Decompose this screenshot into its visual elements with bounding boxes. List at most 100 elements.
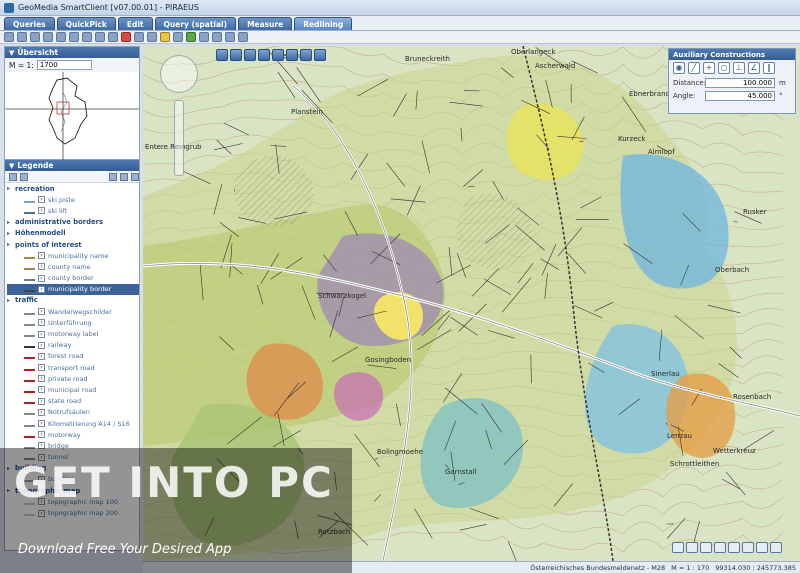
visibility-checkbox[interactable]: › bbox=[38, 252, 45, 260]
select-tool-icon[interactable] bbox=[4, 32, 14, 42]
pan-control[interactable] bbox=[160, 55, 198, 93]
legend-item[interactable]: › ski lift bbox=[7, 205, 139, 216]
legend-item[interactable]: › railway bbox=[7, 340, 139, 351]
perpendicular-icon[interactable]: ⊥ bbox=[733, 62, 745, 74]
legend-item[interactable]: › municipality border bbox=[7, 283, 139, 295]
tab-query-spatial[interactable]: Query (spatial) bbox=[154, 17, 237, 30]
expand-arrow-icon[interactable]: ▸ bbox=[7, 219, 12, 226]
visibility-checkbox[interactable]: › bbox=[38, 386, 45, 394]
angle-icon[interactable]: ∠ bbox=[748, 62, 760, 74]
visibility-checkbox[interactable]: › bbox=[38, 196, 45, 204]
export-icon[interactable] bbox=[186, 32, 196, 42]
previous-view-icon[interactable] bbox=[286, 49, 298, 61]
help-icon[interactable] bbox=[238, 32, 248, 42]
measure-icon[interactable] bbox=[134, 32, 144, 42]
snap-angle-icon[interactable] bbox=[700, 542, 712, 553]
legend-item[interactable]: › Wanderwegschilder bbox=[7, 306, 139, 317]
zoom-window-icon[interactable] bbox=[258, 49, 270, 61]
legend-list-icon[interactable] bbox=[9, 172, 17, 181]
legend-item[interactable]: › forest road bbox=[7, 351, 139, 362]
expand-arrow-icon[interactable]: ▸ bbox=[7, 241, 12, 248]
legend-item[interactable]: › municipality name bbox=[7, 250, 139, 261]
snap-wave-icon[interactable] bbox=[742, 542, 754, 553]
legend-item[interactable]: › municipal road bbox=[7, 384, 139, 395]
zoom-slider[interactable] bbox=[174, 100, 184, 176]
undo-icon[interactable] bbox=[212, 32, 222, 42]
expand-arrow-icon[interactable]: ▸ bbox=[7, 185, 12, 192]
next-view-icon[interactable] bbox=[300, 49, 312, 61]
legend-item[interactable]: › transport road bbox=[7, 362, 139, 373]
zoom-in-icon[interactable] bbox=[230, 49, 242, 61]
polygon-tool-icon[interactable] bbox=[69, 32, 79, 42]
visibility-checkbox[interactable]: › bbox=[38, 397, 45, 405]
visibility-checkbox[interactable]: › bbox=[38, 207, 45, 215]
expand-arrow-icon[interactable]: ▸ bbox=[7, 230, 12, 237]
snap-line-icon[interactable] bbox=[672, 542, 684, 553]
refresh-icon[interactable] bbox=[314, 49, 326, 61]
visibility-checkbox[interactable]: › bbox=[38, 431, 45, 439]
visibility-checkbox[interactable]: › bbox=[38, 408, 45, 416]
circle-icon[interactable]: ○ bbox=[718, 62, 730, 74]
open-folder-icon[interactable] bbox=[160, 32, 170, 42]
tab-edit[interactable]: Edit bbox=[117, 17, 153, 30]
legend-group[interactable]: ▸ recreation bbox=[7, 183, 139, 194]
legend-remove-icon[interactable] bbox=[120, 172, 128, 181]
save-icon[interactable] bbox=[173, 32, 183, 42]
arc-tool-icon[interactable] bbox=[30, 32, 40, 42]
legend-item[interactable]: › ski piste bbox=[7, 194, 139, 205]
legend-item[interactable]: › county border bbox=[7, 273, 139, 284]
zoom-out-icon[interactable] bbox=[244, 49, 256, 61]
legend-item[interactable]: › motorway label bbox=[7, 328, 139, 339]
eye-icon[interactable]: ◉ bbox=[673, 62, 685, 74]
legend-item[interactable]: › motorway bbox=[7, 429, 139, 440]
legend-item[interactable]: › state road bbox=[7, 396, 139, 407]
snap-curve-icon[interactable] bbox=[728, 542, 740, 553]
text-tool-icon[interactable] bbox=[95, 32, 105, 42]
tab-redlining[interactable]: Redlining bbox=[294, 17, 353, 30]
redo-icon[interactable] bbox=[225, 32, 235, 42]
distance-input[interactable] bbox=[705, 77, 775, 88]
zoom-extent-icon[interactable] bbox=[272, 49, 284, 61]
delete-icon[interactable] bbox=[121, 32, 131, 42]
visibility-checkbox[interactable]: › bbox=[38, 308, 45, 316]
parallel-icon[interactable]: ∥ bbox=[763, 62, 775, 74]
tab-queries[interactable]: Queries bbox=[4, 17, 55, 30]
snap-point-icon[interactable] bbox=[756, 542, 768, 553]
visibility-checkbox[interactable]: › bbox=[38, 420, 45, 428]
visibility-checkbox[interactable]: › bbox=[38, 330, 45, 338]
circle-tool-icon[interactable] bbox=[43, 32, 53, 42]
visibility-checkbox[interactable]: › bbox=[38, 274, 45, 282]
legend-group[interactable]: ▸ Höhenmodell bbox=[7, 228, 139, 239]
legend-tree-icon[interactable] bbox=[20, 172, 28, 181]
visibility-checkbox[interactable]: › bbox=[38, 341, 45, 349]
expand-arrow-icon[interactable]: ▸ bbox=[7, 297, 12, 304]
pan-icon[interactable] bbox=[216, 49, 228, 61]
overview-header[interactable]: ▼ Übersicht bbox=[5, 47, 139, 58]
line-tool-icon[interactable] bbox=[17, 32, 27, 42]
line-icon[interactable]: ╱ bbox=[688, 62, 700, 74]
scale-input[interactable] bbox=[36, 60, 92, 70]
legend-item[interactable]: › Unterführung bbox=[7, 317, 139, 328]
overview-map[interactable] bbox=[5, 72, 139, 160]
legend-item[interactable]: › county name bbox=[7, 261, 139, 272]
legend-group[interactable]: ▸ traffic bbox=[7, 295, 139, 306]
visibility-checkbox[interactable]: › bbox=[38, 352, 45, 360]
crosshair-icon[interactable]: + bbox=[703, 62, 715, 74]
visibility-checkbox[interactable]: › bbox=[38, 364, 45, 372]
tab-quickpick[interactable]: QuickPick bbox=[56, 17, 116, 30]
snap-segment-icon[interactable] bbox=[686, 542, 698, 553]
print-icon[interactable] bbox=[199, 32, 209, 42]
visibility-checkbox[interactable]: › bbox=[38, 375, 45, 383]
legend-item[interactable]: › Notrufsäulen bbox=[7, 407, 139, 418]
angle-input[interactable] bbox=[705, 90, 775, 101]
rectangle-tool-icon[interactable] bbox=[56, 32, 66, 42]
legend-group[interactable]: ▸ points of interest bbox=[7, 239, 139, 250]
legend-item[interactable]: › private road bbox=[7, 373, 139, 384]
symbol-tool-icon[interactable] bbox=[82, 32, 92, 42]
visibility-checkbox[interactable]: › bbox=[38, 285, 45, 293]
grid-tool-icon[interactable] bbox=[108, 32, 118, 42]
legend-header[interactable]: ▼ Legende bbox=[5, 160, 139, 171]
legend-group[interactable]: ▸ administrative borders bbox=[7, 217, 139, 228]
legend-add-icon[interactable] bbox=[109, 172, 117, 181]
legend-item[interactable]: › Kilometrierung A14 / S16 bbox=[7, 418, 139, 429]
